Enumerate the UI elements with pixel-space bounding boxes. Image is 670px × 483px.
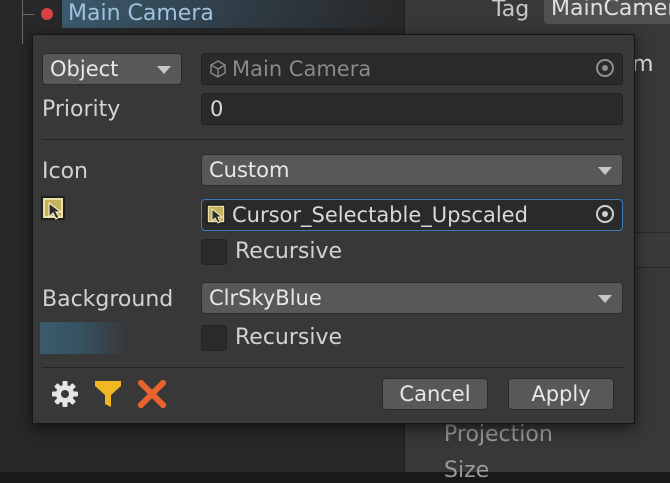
separator <box>42 139 624 140</box>
background-color-swatch <box>40 322 128 354</box>
clear-x-icon[interactable] <box>138 380 166 408</box>
icon-object-field[interactable]: Cursor_Selectable_Upscaled <box>201 199 623 231</box>
hierarchy-icon-popup: Object Main Camera Priority 0 Icon Custo… <box>32 34 635 424</box>
projection-label: Projection <box>444 422 553 447</box>
icon-label: Icon <box>42 159 88 184</box>
inspector-partial-text: m <box>632 52 654 77</box>
object-field[interactable]: Main Camera <box>201 53 623 85</box>
cursor-icon <box>206 204 226 224</box>
status-dot-icon <box>41 8 53 20</box>
cube-icon <box>210 60 226 78</box>
icon-object-value: Cursor_Selectable_Upscaled <box>232 203 528 227</box>
tree-connector-line <box>22 0 23 44</box>
cancel-button[interactable]: Cancel <box>382 378 488 410</box>
apply-button[interactable]: Apply <box>508 378 614 410</box>
chevron-down-icon <box>157 66 171 74</box>
tree-connector-branch <box>22 14 34 15</box>
tag-label: Tag <box>492 0 530 22</box>
background-color-dropdown[interactable]: ClrSkyBlue <box>201 282 623 314</box>
tag-dropdown[interactable]: MainCamera <box>544 0 670 24</box>
background-recursive-label: Recursive <box>235 325 343 350</box>
hierarchy-item-main-camera[interactable]: Main Camera <box>68 1 214 26</box>
background-color-value: ClrSkyBlue <box>209 286 322 310</box>
mode-dropdown[interactable]: Object <box>42 53 182 85</box>
icon-recursive-checkbox[interactable] <box>201 239 227 265</box>
background-label: Background <box>42 287 174 312</box>
priority-input[interactable]: 0 <box>201 93 623 125</box>
chevron-down-icon <box>598 295 612 303</box>
object-picker-icon[interactable] <box>594 203 618 227</box>
chevron-down-icon <box>598 167 612 175</box>
background-recursive-checkbox[interactable] <box>201 325 227 351</box>
mode-dropdown-value: Object <box>50 57 119 81</box>
object-field-value: Main Camera <box>232 57 372 81</box>
icon-mode-value: Custom <box>209 158 290 182</box>
icon-mode-dropdown[interactable]: Custom <box>201 154 623 186</box>
size-label: Size <box>444 458 490 483</box>
separator <box>42 367 624 368</box>
icon-recursive-label: Recursive <box>235 239 343 264</box>
cursor-icon <box>41 196 65 220</box>
object-picker-icon[interactable] <box>594 57 618 81</box>
gear-icon[interactable] <box>50 379 80 409</box>
priority-label: Priority <box>42 97 121 122</box>
filter-icon[interactable] <box>94 379 122 409</box>
